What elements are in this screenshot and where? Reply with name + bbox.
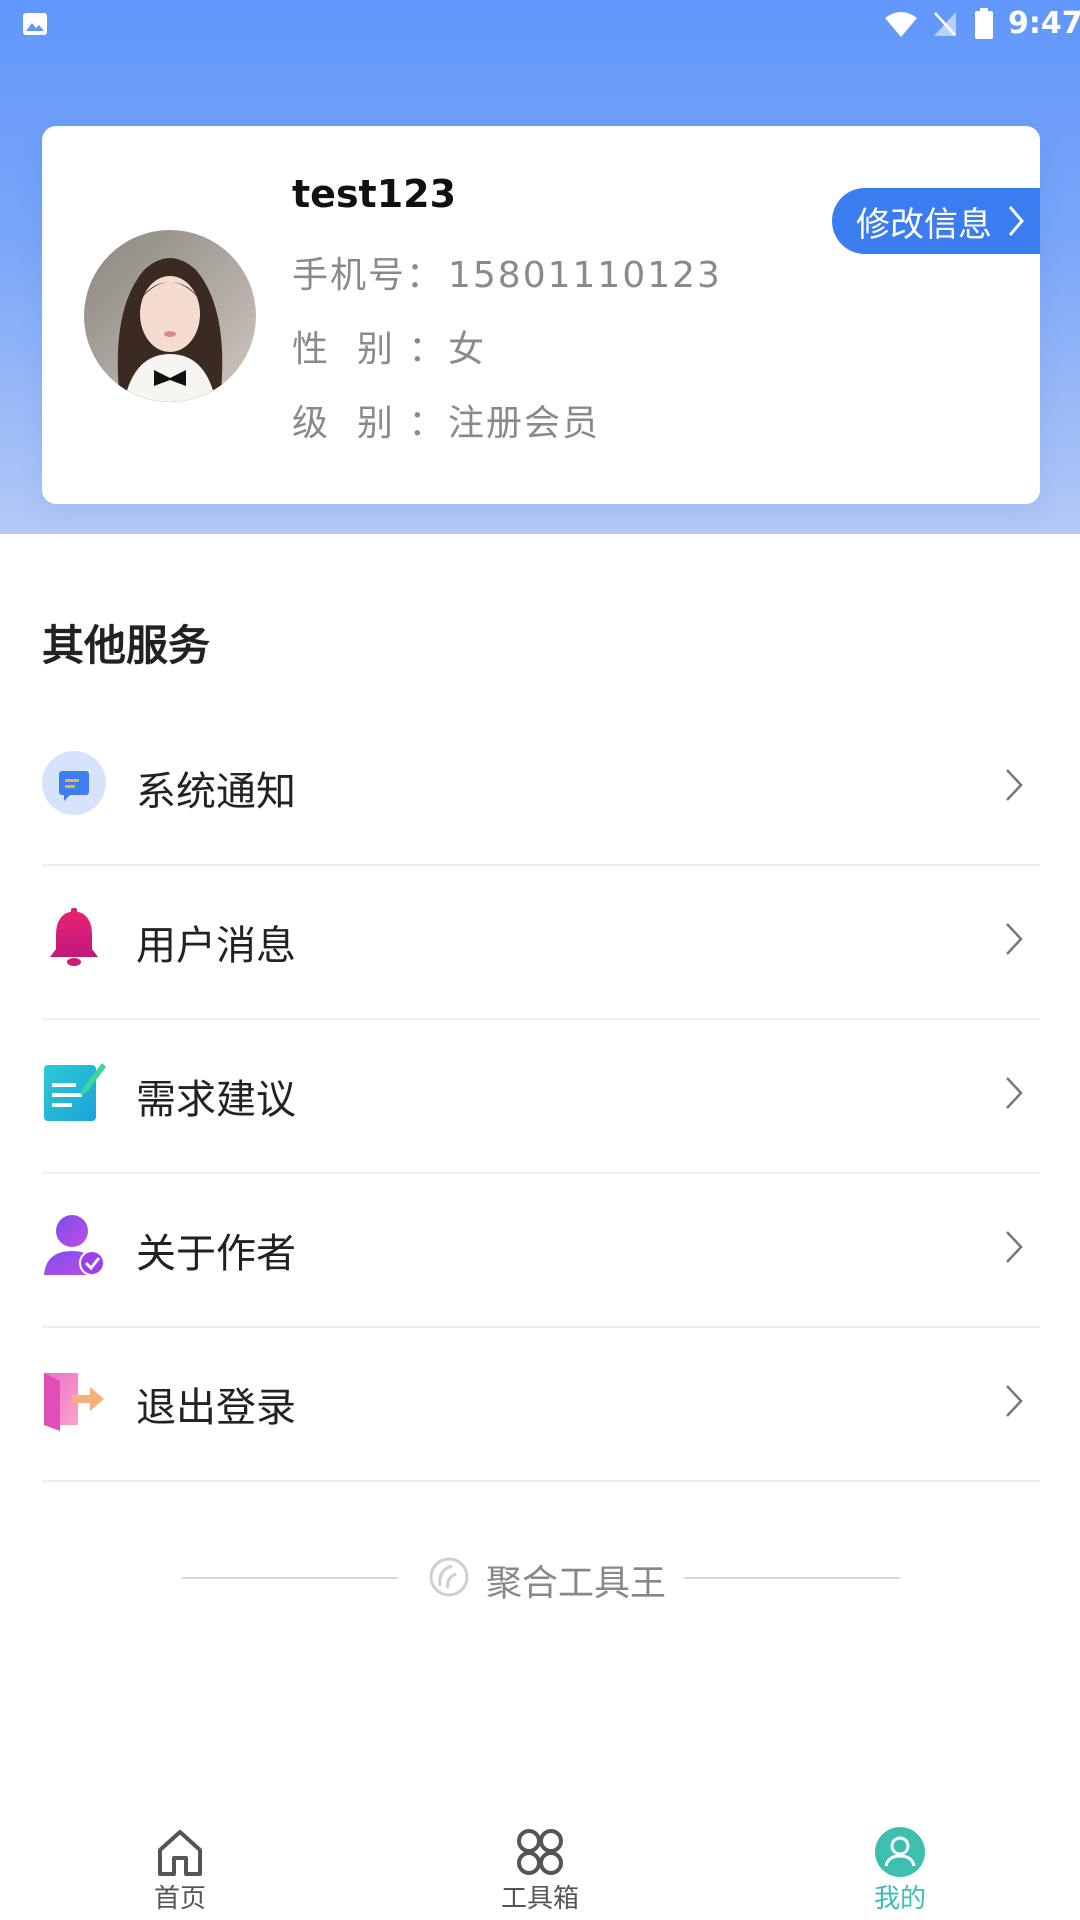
gender-value: 女: [448, 329, 487, 370]
status-bar: 9:47: [0, 0, 1080, 48]
gender-label: 性 别 ：: [292, 329, 447, 370]
no-signal-icon: [934, 12, 956, 36]
level-value: 注册会员: [448, 403, 601, 444]
menu-item-user-messages[interactable]: 用户消息: [42, 865, 1040, 1020]
section-title: 其他服务: [42, 621, 211, 670]
menu-item-system-notification[interactable]: 系统通知: [42, 711, 1040, 866]
phone-value: 15801110123: [448, 255, 722, 296]
menu-item-about-author[interactable]: 关于作者: [42, 1173, 1040, 1328]
menu-label: 退出登录: [136, 1385, 296, 1431]
menu-label: 关于作者: [136, 1231, 296, 1277]
level-row: 级 别 ：注册会员: [292, 394, 600, 446]
tab-label: 工具箱: [500, 1884, 579, 1914]
user-verified-icon: [44, 1215, 105, 1276]
chevron-right-icon: [1006, 1385, 1023, 1417]
bottom-tab-bar: 首页 工具箱 我的: [0, 1812, 1080, 1920]
tab-label: 我的: [873, 1884, 926, 1914]
menu-label: 用户消息: [136, 923, 296, 969]
phone-label: 手机号：: [292, 255, 445, 296]
username: test123: [292, 172, 457, 216]
brand-logo-icon: [429, 1557, 469, 1597]
bell-icon: [50, 908, 98, 966]
home-icon: [158, 1830, 202, 1876]
profile-icon: [875, 1827, 925, 1877]
status-time: 9:47: [1008, 6, 1080, 41]
logout-icon: [44, 1373, 104, 1431]
edit-info-button[interactable]: 修改信息: [832, 188, 1040, 254]
level-label: 级 别 ：: [292, 403, 447, 444]
menu-item-logout[interactable]: 退出登录: [42, 1327, 1040, 1482]
gender-row: 性 别 ：女: [292, 320, 486, 372]
edit-info-label: 修改信息: [856, 204, 992, 245]
edit-note-icon: [44, 1063, 106, 1121]
phone-row: 手机号： 15801110123: [292, 246, 722, 298]
chevron-right-icon: [1006, 1077, 1023, 1109]
chevron-right-icon: [1006, 923, 1023, 955]
menu-item-feedback[interactable]: 需求建议: [42, 1019, 1040, 1174]
tab-home[interactable]: 首页: [80, 1812, 280, 1920]
divider-right: [684, 1577, 900, 1579]
avatar[interactable]: [84, 230, 256, 402]
battery-icon: [975, 8, 993, 39]
chevron-right-icon: [1006, 769, 1023, 801]
footer-brand: 聚合工具王: [0, 1552, 1080, 1604]
tab-profile[interactable]: 我的: [800, 1812, 1000, 1920]
menu-label: 需求建议: [136, 1077, 296, 1123]
toolbox-icon: [517, 1829, 563, 1875]
chevron-right-icon: [1006, 1231, 1023, 1263]
chevron-right-icon: [1008, 206, 1024, 236]
tab-toolbox[interactable]: 工具箱: [440, 1812, 640, 1920]
gallery-icon: [23, 13, 47, 35]
notification-icon: [42, 751, 106, 815]
divider-left: [182, 1577, 398, 1579]
wifi-icon: [885, 12, 917, 37]
tab-label: 首页: [153, 1884, 206, 1914]
menu-label: 系统通知: [136, 769, 296, 815]
brand-text: 聚合工具王: [486, 1563, 667, 1604]
